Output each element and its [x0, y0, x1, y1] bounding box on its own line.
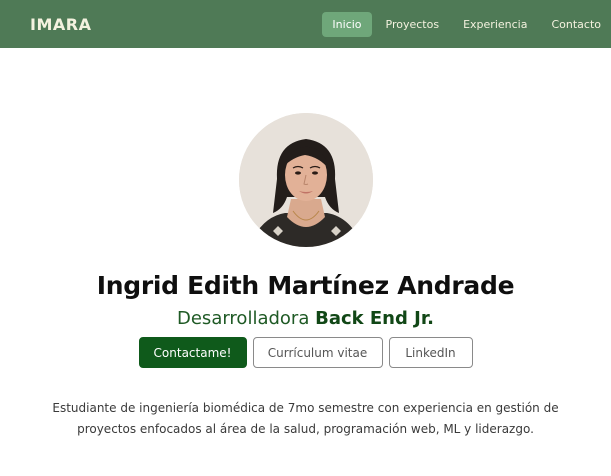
profile-role: Desarrolladora Back End Jr.: [177, 308, 434, 329]
brand-logo[interactable]: IMARA: [30, 15, 91, 34]
profile-name: Ingrid Edith Martínez Andrade: [96, 271, 515, 300]
hero-section: Ingrid Edith Martínez Andrade Desarrolla…: [0, 48, 611, 440]
profile-photo-illustration: [238, 113, 373, 247]
cv-button[interactable]: Currículum vitae: [252, 337, 383, 368]
navbar: IMARA Inicio Proyectos Experiencia Conta…: [0, 0, 611, 48]
nav-link-contacto[interactable]: Contacto: [541, 12, 611, 37]
role-highlight: Back End Jr.: [315, 308, 434, 329]
linkedin-button[interactable]: LinkedIn: [388, 337, 473, 368]
nav-link-experiencia[interactable]: Experiencia: [453, 12, 537, 37]
role-prefix: Desarrolladora: [177, 308, 310, 329]
nav-links: Inicio Proyectos Experiencia Contacto: [322, 0, 611, 48]
nav-link-inicio[interactable]: Inicio: [322, 11, 372, 37]
contact-button[interactable]: Contactame!: [138, 337, 247, 368]
nav-link-proyectos[interactable]: Proyectos: [376, 12, 450, 37]
profile-photo: [238, 113, 373, 247]
action-buttons: Contactame! Currículum vitae LinkedIn: [138, 337, 473, 368]
bio-text: Estudiante de ingeniería biomédica de 7m…: [52, 401, 559, 436]
